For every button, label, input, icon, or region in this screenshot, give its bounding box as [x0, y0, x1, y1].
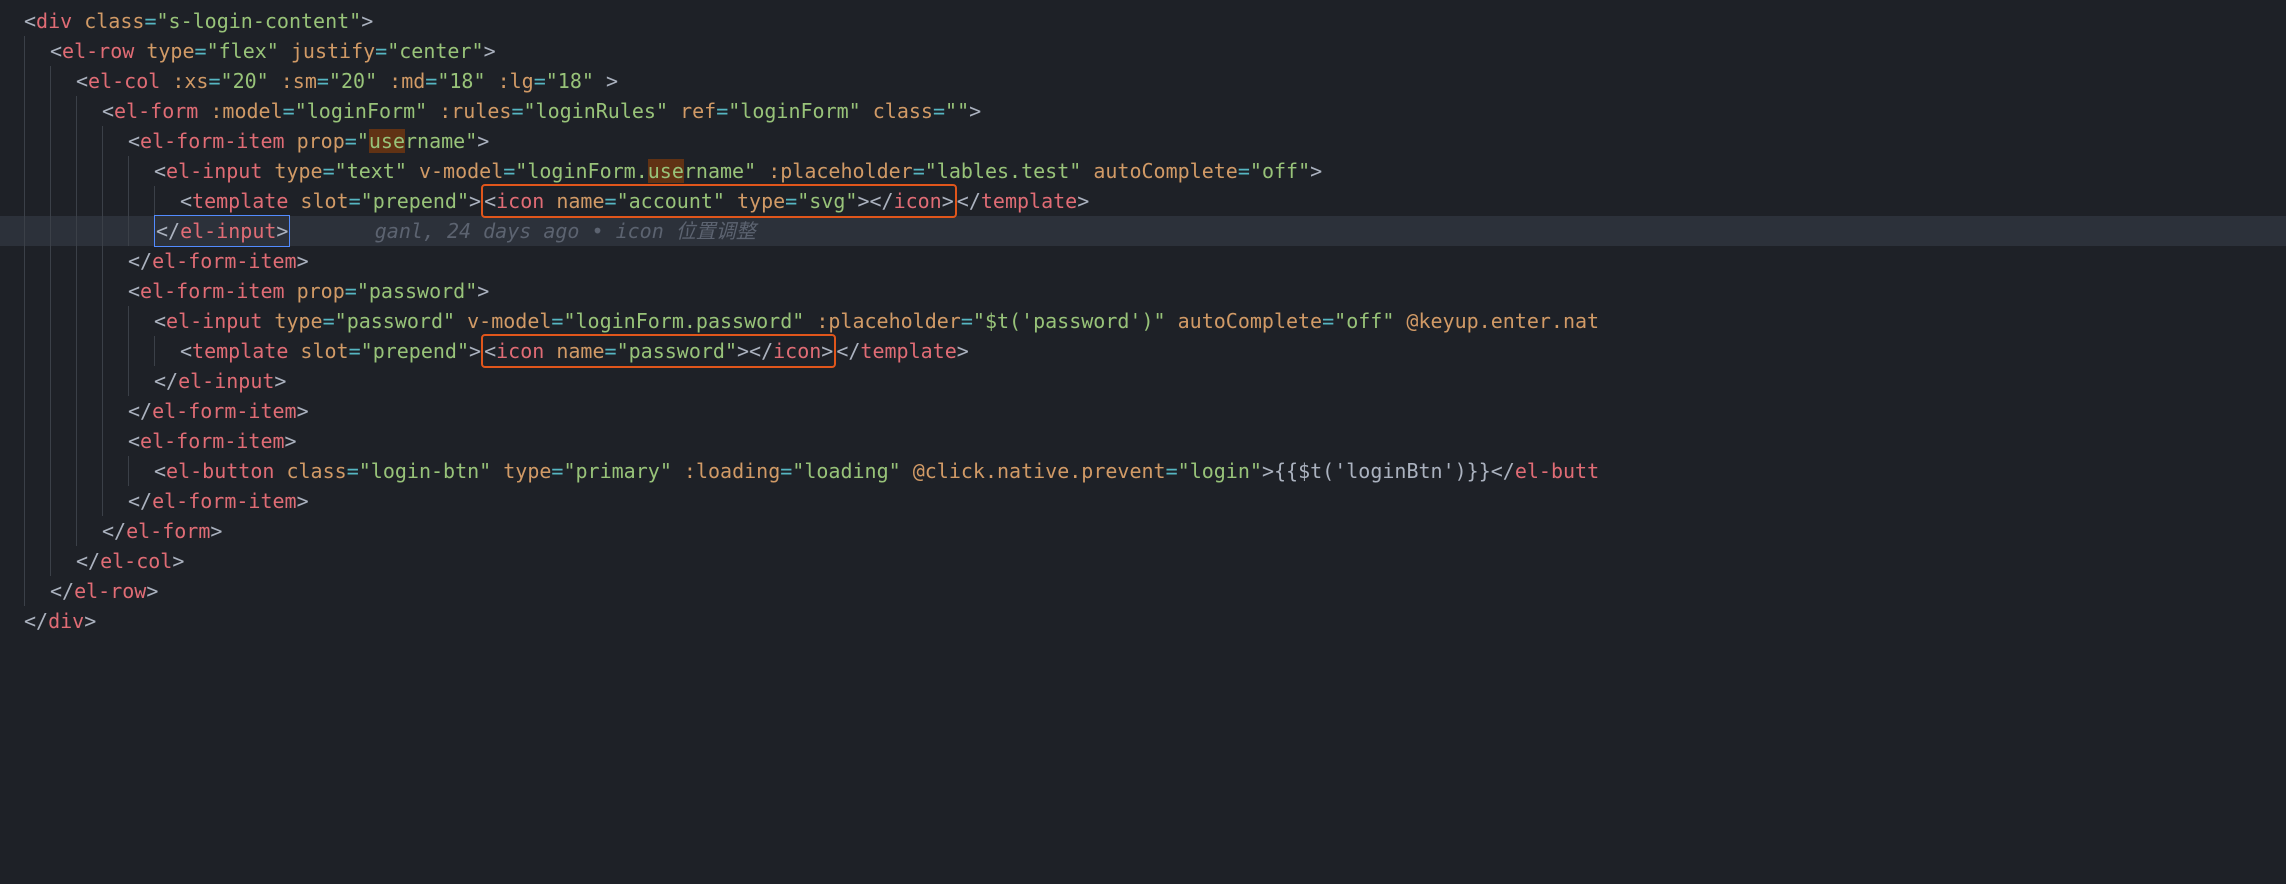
code-line[interactable]: <el-button class="login-btn" type="prima…: [0, 456, 2286, 486]
code-line[interactable]: </el-col>: [0, 546, 2286, 576]
code-line[interactable]: <el-form-item>: [0, 426, 2286, 456]
code-line[interactable]: <div class="s-login-content">: [0, 6, 2286, 36]
tag-div: div: [36, 6, 72, 36]
code-line[interactable]: </el-row>: [0, 576, 2286, 606]
code-line[interactable]: </div>: [0, 606, 2286, 636]
cursor-position: </el-input>: [154, 215, 290, 247]
code-line[interactable]: <el-form :model="loginForm" :rules="logi…: [0, 96, 2286, 126]
code-line[interactable]: <el-form-item prop="password">: [0, 276, 2286, 306]
code-line[interactable]: <el-form-item prop="username">: [0, 126, 2286, 156]
highlighted-icon-account: <icon name="account" type="svg"></icon>: [481, 184, 957, 218]
code-line[interactable]: </el-input>: [0, 366, 2286, 396]
highlighted-icon-password: <icon name="password"></icon>: [481, 334, 836, 368]
code-line[interactable]: <template slot="prepend"><icon name="pas…: [0, 336, 2286, 366]
code-line[interactable]: </el-form>: [0, 516, 2286, 546]
code-line[interactable]: <template slot="prepend"><icon name="acc…: [0, 186, 2286, 216]
code-line[interactable]: </el-form-item>: [0, 486, 2286, 516]
code-line[interactable]: <el-input type="text" v-model="loginForm…: [0, 156, 2286, 186]
code-line[interactable]: <el-col :xs="20" :sm="20" :md="18" :lg="…: [0, 66, 2286, 96]
code-line[interactable]: <el-input type="password" v-model="login…: [0, 306, 2286, 336]
code-editor[interactable]: <div class="s-login-content"> <el-row ty…: [0, 0, 2286, 642]
git-blame-annotation: ganl, 24 days ago • icon 位置调整: [375, 216, 756, 246]
code-line[interactable]: <el-row type="flex" justify="center">: [0, 36, 2286, 66]
code-line[interactable]: </el-form-item>: [0, 246, 2286, 276]
code-line-current[interactable]: </el-input> ganl, 24 days ago • icon 位置调…: [0, 216, 2286, 246]
code-line[interactable]: </el-form-item>: [0, 396, 2286, 426]
